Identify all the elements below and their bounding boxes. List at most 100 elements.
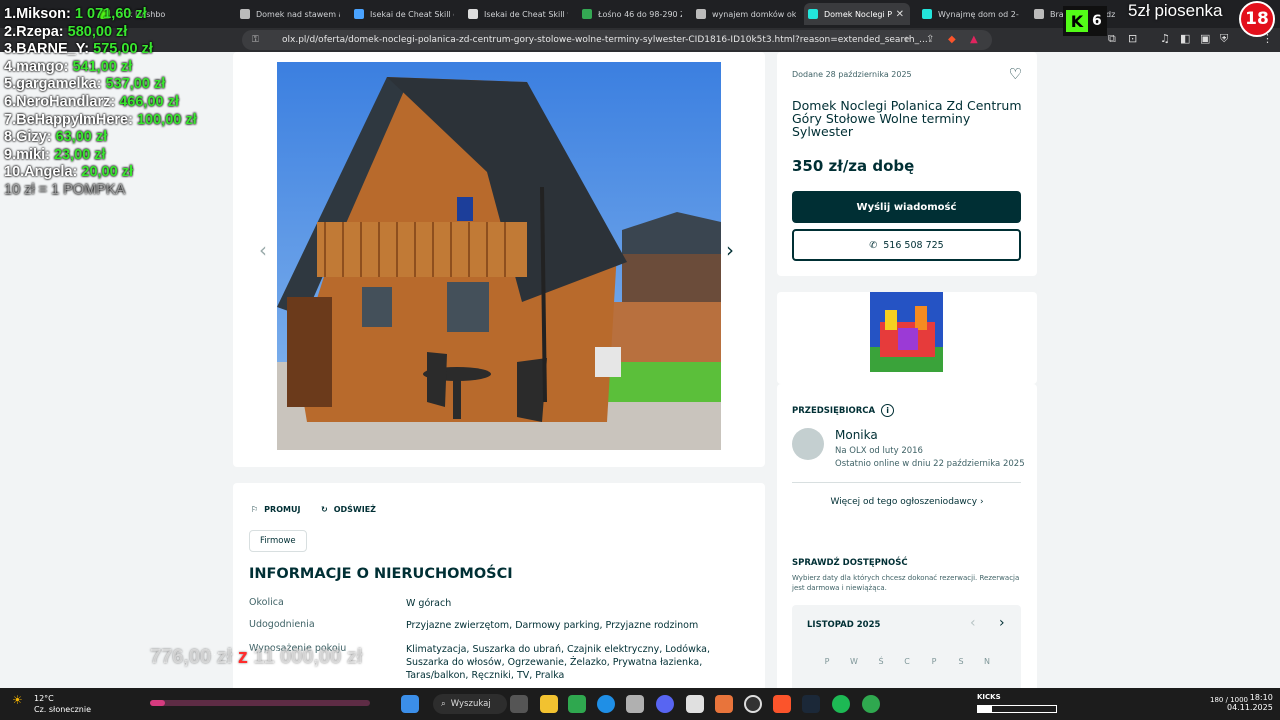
- posted-date: Dodane 28 października 2025: [792, 70, 912, 79]
- leaderboard-row: 8.Gizy: 63,00 zł: [4, 129, 108, 146]
- weekday-label: Ś: [878, 657, 884, 666]
- phone-number: 516 508 725: [883, 239, 944, 251]
- availability-title: SPRAWDŹ DOSTĘPNOŚĆ: [792, 558, 908, 568]
- tab-bra[interactable]: Bra: [1030, 3, 1064, 25]
- share-icon[interactable]: ⇪: [926, 30, 934, 50]
- obs-icon[interactable]: [744, 695, 762, 713]
- edge-icon[interactable]: [597, 695, 615, 713]
- phone-icon: ✆: [869, 239, 878, 251]
- leaderboard-row: 1.Mikson: 1 071,60 zł: [4, 6, 147, 22]
- goal-progress-fill: [150, 700, 166, 706]
- tab-isekai-2[interactable]: Isekai de Cheat Skill w: [464, 3, 568, 25]
- google-favicon-icon: [1034, 9, 1044, 19]
- leaderboard-footer: 10 zł = 1 POMPKA: [4, 181, 126, 198]
- promote-button[interactable]: ⚐ PROMUJ: [251, 505, 300, 514]
- bookmark-icon: ⚐: [251, 505, 259, 514]
- url-field[interactable]: ⚿ olx.pl/d/oferta/domek-noclegi-polanica…: [242, 30, 992, 50]
- sidebar-icon[interactable]: ◧: [1180, 32, 1190, 45]
- kicks-progress-bar: [977, 705, 1057, 713]
- weekday-label: W: [850, 657, 858, 666]
- vpn-icon[interactable]: ⛨: [1220, 32, 1228, 46]
- site-favicon-icon: [240, 9, 250, 19]
- calendar: LISTOPAD 2025 ‹ › P W Ś C P S N: [792, 605, 1021, 688]
- location-icon[interactable]: ⌖: [904, 30, 910, 50]
- kicks-label: KICKS: [977, 693, 1001, 701]
- sun-cloud-icon: ☀: [12, 693, 23, 707]
- section-heading: INFORMACJE O NIERUCHOMOŚCI: [249, 566, 513, 582]
- discord-icon[interactable]: [656, 695, 674, 713]
- taskbar-search[interactable]: ⌕ Wyszukaj: [433, 694, 507, 714]
- tab-domek-noclegi-active[interactable]: Domek Noclegi P ✕: [804, 3, 910, 25]
- tab-domek-nad-stawem[interactable]: Domek nad stawem a: [236, 3, 340, 25]
- bouncy-castle-image: [870, 292, 943, 372]
- notes-icon[interactable]: [686, 695, 704, 713]
- olx-favicon-icon: [922, 9, 932, 19]
- brave-shield-icon[interactable]: ◆: [948, 30, 956, 50]
- file-explorer-icon[interactable]: [540, 695, 558, 713]
- song-request-label: 5zł piosenka: [1128, 1, 1223, 20]
- leaderboard-row: 6.NeroHandlarz: 466,00 zł: [4, 93, 179, 110]
- search-icon: ⌕: [441, 699, 446, 709]
- refresh-button[interactable]: ↻ ODŚWIEŻ: [321, 505, 376, 514]
- weekday-label: P: [824, 657, 830, 666]
- leaderboard-row: 10.Angela: 20,00 zł: [4, 164, 133, 181]
- tab-wynajem-domkow[interactable]: wynajem domków oko: [692, 3, 796, 25]
- listing-price: 350 zł/za dobę: [792, 157, 915, 175]
- wallet-icon[interactable]: ▣: [1200, 32, 1210, 45]
- tab-maps-losno[interactable]: Łośno 46 do 98-290 Z: [578, 3, 682, 25]
- brave-rewards-icon[interactable]: ▲: [970, 30, 978, 50]
- photo-gallery: ‹ › ⤢: [233, 52, 765, 467]
- seller-name[interactable]: Monika: [835, 428, 878, 442]
- donation-leaderboard: 1.Mikson: 1 071,60 zł 2.Rzepa: 580,00 zł…: [4, 6, 197, 200]
- start-button-icon[interactable]: [401, 695, 419, 713]
- seller-last-online: Ostatnio online w dniu 22 października 2…: [835, 459, 1025, 469]
- app-icon[interactable]: [715, 695, 733, 713]
- media-icon[interactable]: ♫: [1160, 32, 1170, 45]
- fullscreen-icon[interactable]: ⤢: [723, 420, 735, 438]
- ad-image[interactable]: [870, 292, 943, 372]
- favorite-heart-icon[interactable]: ♡: [1009, 65, 1022, 83]
- kicks-progress-fill: [978, 706, 993, 712]
- gallery-next-arrow-icon[interactable]: ›: [726, 238, 734, 262]
- screenshot-icon[interactable]: ⊡: [1128, 32, 1137, 45]
- tab-isekai-1[interactable]: Isekai de Cheat Skill o: [350, 3, 454, 25]
- refresh-icon: ↻: [321, 505, 328, 514]
- weather-widget[interactable]: ☀ 12°C Cz. słonecznie: [12, 693, 91, 715]
- show-phone-button[interactable]: ✆ 516 508 725: [792, 229, 1021, 261]
- gallery-prev-arrow-icon[interactable]: ‹: [259, 238, 267, 262]
- site-info-icon[interactable]: ⚿: [252, 30, 259, 50]
- spotify-icon[interactable]: [832, 695, 850, 713]
- calendar-month: LISTOPAD 2025: [807, 620, 881, 630]
- ad-banner-card: [777, 292, 1037, 384]
- listing-title: Domek Noclegi Polanica Zd Centrum Góry S…: [792, 98, 1022, 139]
- maps-favicon-icon: [582, 9, 592, 19]
- leaderboard-row: 2.Rzepa: 580,00 zł: [4, 23, 128, 40]
- listing-photo[interactable]: [277, 62, 721, 450]
- xbox-icon[interactable]: [862, 695, 880, 713]
- leaderboard-row: 9.miki: 23,00 zł: [4, 146, 106, 163]
- seller-avatar: [792, 428, 824, 460]
- minecraft-icon[interactable]: [568, 695, 586, 713]
- leaderboard-row: 7.BeHappyImHere: 100,00 zł: [4, 111, 197, 128]
- close-tab-icon[interactable]: ✕: [896, 9, 904, 20]
- divider: [792, 482, 1021, 483]
- leaderboard-row: 5.gargamelka: 537,00 zł: [4, 76, 166, 93]
- system-clock[interactable]: 18:10 04.11.2025: [1227, 693, 1273, 713]
- steam-icon[interactable]: [802, 695, 820, 713]
- calendar-next-icon[interactable]: ›: [999, 615, 1005, 631]
- brave-icon[interactable]: [773, 695, 791, 713]
- availability-subtitle: Wybierz daty dla których chcesz dokonać …: [792, 574, 1020, 592]
- send-message-button[interactable]: Wyślij wiadomość: [792, 191, 1021, 223]
- seller-since: Na OLX od luty 2016: [835, 446, 923, 456]
- site-favicon-icon: [354, 9, 364, 19]
- app-icon[interactable]: [626, 695, 644, 713]
- info-icon[interactable]: i: [881, 404, 895, 417]
- calendar-prev-icon[interactable]: ‹: [970, 615, 976, 631]
- leaderboard-row: 4.mango: 541,00 zł: [4, 58, 133, 75]
- more-from-seller-link[interactable]: Więcej od tego ogłoszeniodawcy ›: [777, 497, 1037, 507]
- google-favicon-icon: [696, 9, 706, 19]
- tab-wynajme-dom[interactable]: Wynajmę dom od 2-: [918, 3, 1022, 25]
- extensions-icon[interactable]: ⧉: [1108, 32, 1116, 46]
- kick-logo-icon: K: [1066, 10, 1088, 32]
- task-view-icon[interactable]: [510, 695, 528, 713]
